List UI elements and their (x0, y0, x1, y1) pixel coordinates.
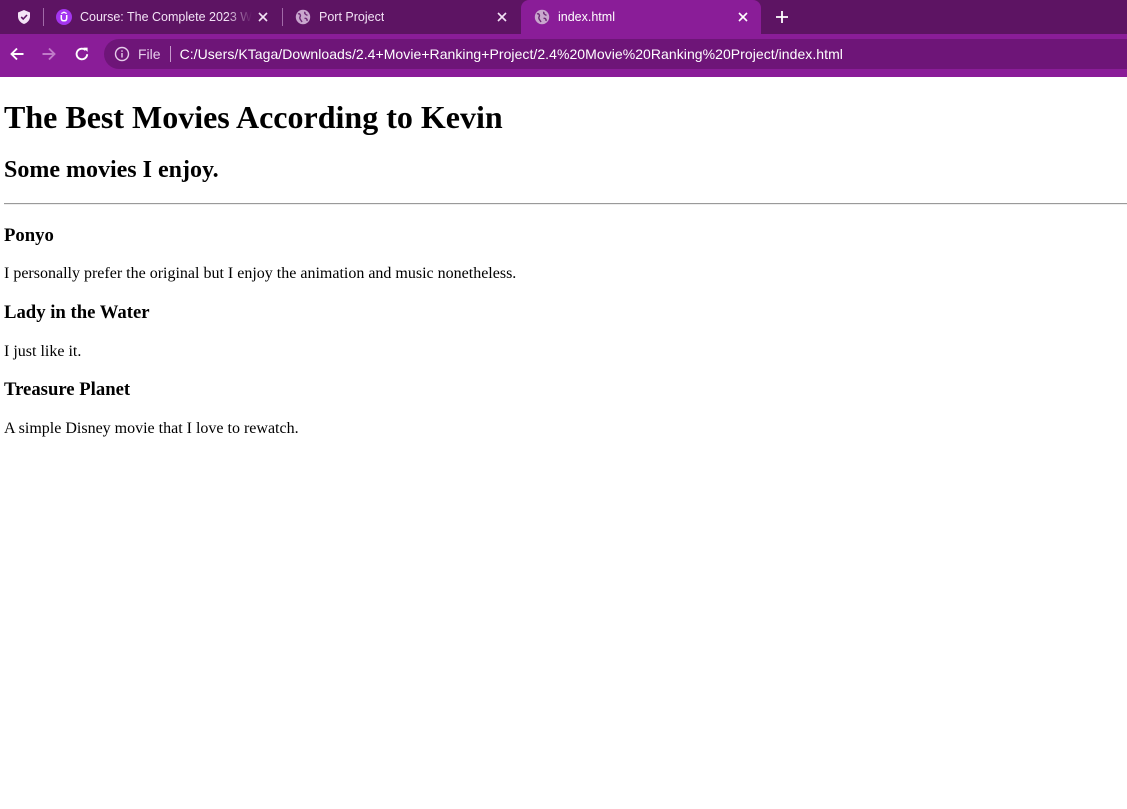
address-divider (169, 46, 171, 62)
movie-title: Treasure Planet (4, 379, 131, 400)
info-icon (114, 46, 130, 62)
pinned-tab-privacy[interactable] (8, 0, 40, 34)
close-tab-icon[interactable] (735, 9, 751, 25)
browser-toolbar: File C:/Users/KTaga/Downloads/2.4+Movie+… (0, 34, 1127, 74)
tab-title: index.html (558, 10, 615, 24)
reload-icon (75, 47, 89, 61)
site-info-label[interactable]: File (138, 46, 161, 62)
movie-description: I personally prefer the original but I e… (4, 265, 517, 282)
movie-description: A simple Disney movie that I love to rew… (4, 420, 299, 437)
tab-index-html[interactable]: index.html (521, 0, 761, 34)
shield-icon (18, 10, 30, 24)
movie-description: I just like it. (4, 343, 82, 360)
movie-title: Lady in the Water (4, 302, 150, 323)
tab-udemy-course[interactable]: Course: The Complete 2023 Web (43, 0, 281, 34)
tab-port-project[interactable]: Port Project (282, 0, 520, 34)
close-tab-icon[interactable] (255, 9, 271, 25)
plus-icon (776, 11, 788, 23)
horizontal-rule (4, 203, 1127, 205)
tab-strip: Course: The Complete 2023 Web Port Proje… (0, 0, 1127, 34)
address-bar[interactable]: File C:/Users/KTaga/Downloads/2.4+Movie+… (104, 39, 1127, 69)
globe-icon (534, 9, 550, 25)
udemy-icon (56, 9, 72, 25)
globe-icon (295, 9, 311, 25)
page-content: The Best Movies According to Kevin Some … (0, 77, 1127, 809)
reload-button[interactable] (70, 42, 94, 66)
arrow-right-icon (42, 47, 56, 61)
tab-title: Port Project (319, 10, 385, 24)
url-text[interactable]: C:/Users/KTaga/Downloads/2.4+Movie+Ranki… (180, 46, 843, 62)
tab-title: Course: The Complete 2023 Web (80, 10, 252, 24)
new-tab-button[interactable] (770, 5, 794, 29)
movie-title: Ponyo (4, 225, 54, 246)
forward-button[interactable] (37, 42, 61, 66)
arrow-left-icon (10, 47, 24, 61)
close-tab-icon[interactable] (494, 9, 510, 25)
back-button[interactable] (5, 42, 29, 66)
page-subheading: Some movies I enjoy. (4, 157, 219, 183)
page-heading: The Best Movies According to Kevin (4, 99, 503, 135)
